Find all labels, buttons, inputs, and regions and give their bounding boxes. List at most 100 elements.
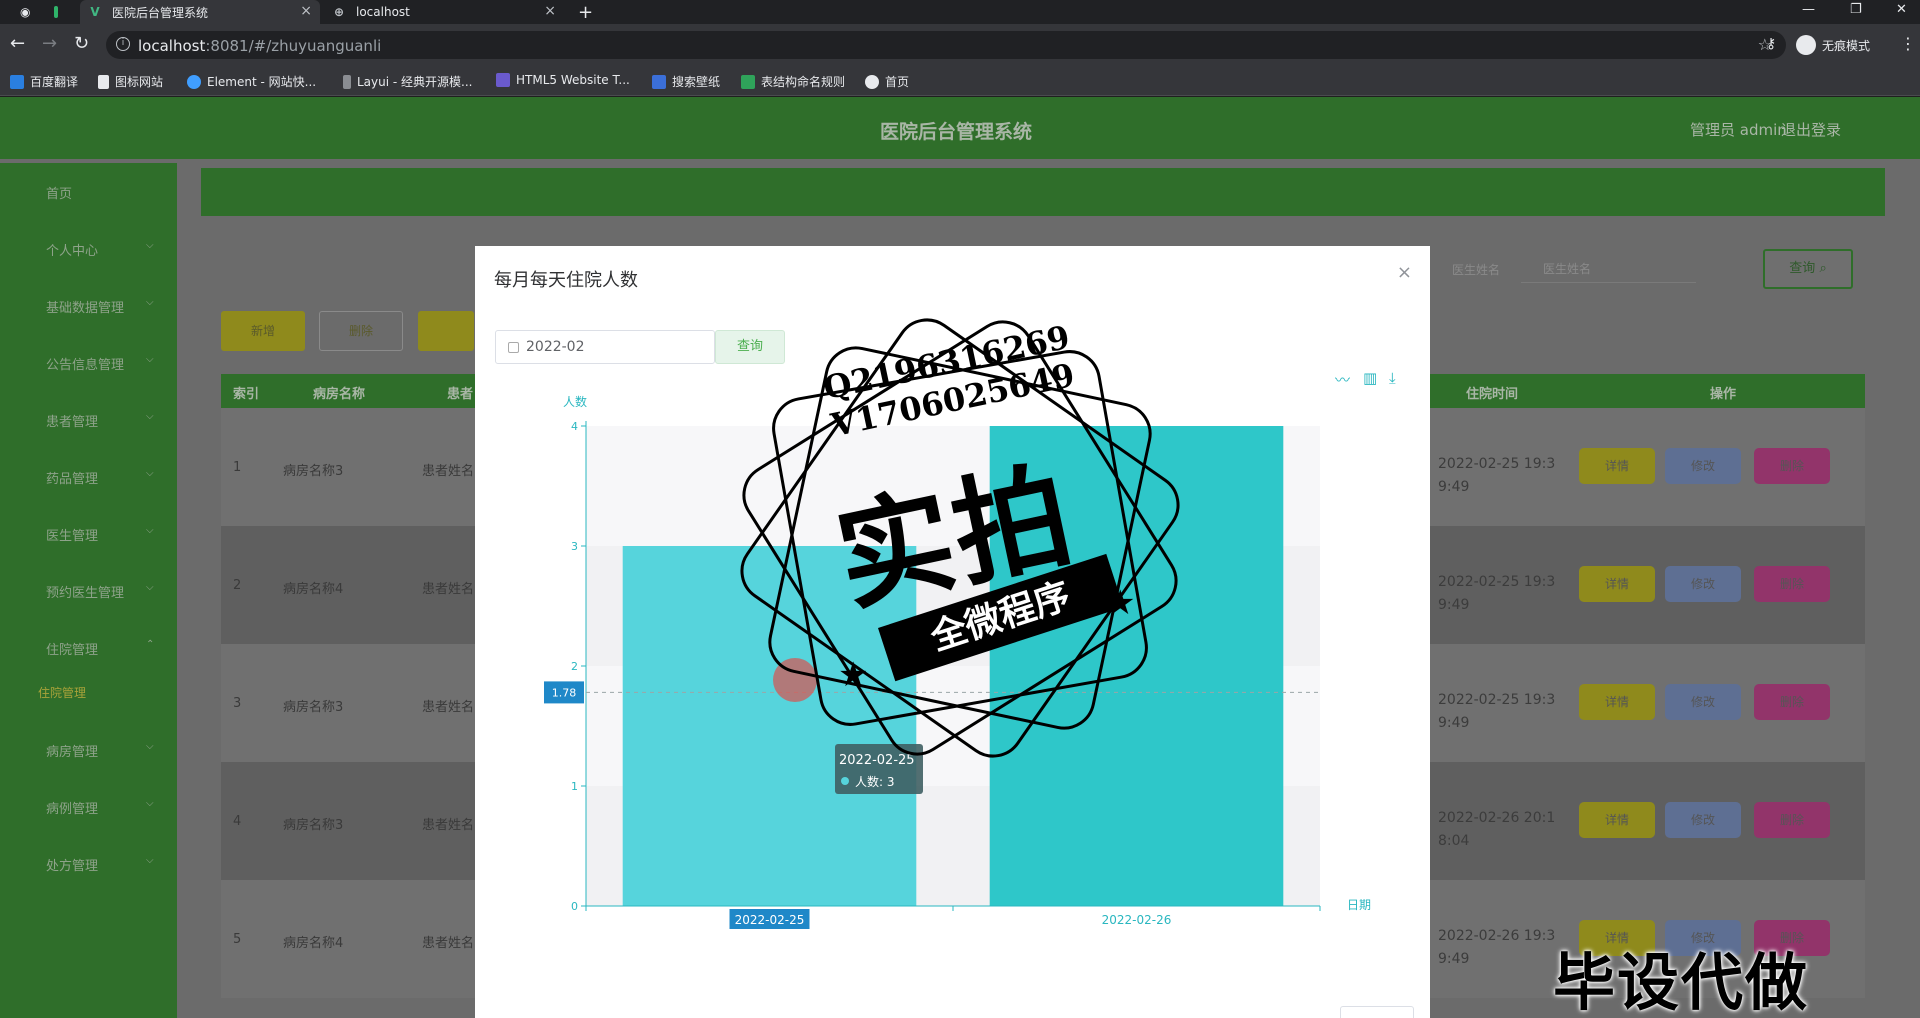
detail-button-label: 详情 [1604,813,1629,827]
column-header: 住院时间 [1466,387,1519,402]
tab-localhost[interactable]: ⊕ localhost × [324,0,564,24]
edit-button[interactable]: 修改 [1665,684,1741,720]
sidebar-item-base-data[interactable]: 基础数据管理 ⌵ [46,297,154,316]
back-icon[interactable]: ← [10,34,25,54]
delete-button[interactable]: 删除 [319,311,403,351]
row-delete-button[interactable]: 删除 [1754,448,1830,484]
url-text[interactable]: localhost:8081/#/zhuyuanguanli [138,37,381,55]
tab-hospital-admin[interactable]: V 医院后台管理系统 × [80,0,320,24]
detail-button[interactable]: 详情 [1579,802,1655,838]
cell-room: 病房名称3 [283,700,344,715]
incognito-indicator[interactable]: 无痕模式 [1796,35,1870,55]
key-icon[interactable]: ⚷ [1766,36,1776,52]
y-tick-label: 2 [571,660,578,673]
edit-button[interactable]: 修改 [1665,802,1741,838]
sidebar-item-label: 基础数据管理 [46,301,125,316]
sidebar-item-wards[interactable]: 病房管理 ⌵ [46,741,154,760]
browser-menu-icon[interactable]: ◉ [12,0,46,24]
edit-button[interactable]: 修改 [1665,566,1741,602]
star-icon: ★ [1105,583,1136,623]
row-delete-button[interactable]: 删除 [1754,566,1830,602]
cursor-marker [773,658,817,702]
detail-button[interactable]: 详情 [1579,566,1655,602]
close-icon[interactable]: × [300,3,312,19]
row-delete-button[interactable]: 删除 [1754,802,1830,838]
info-icon[interactable]: i [116,37,130,51]
detail-button[interactable]: 详情 [1579,448,1655,484]
row-delete-button[interactable]: 删除 [1754,684,1830,720]
sidebar-item-notices[interactable]: 公告信息管理 ⌵ [46,354,154,373]
bookmark-label: 图标网站 [115,75,164,89]
sidebar-item-drugs[interactable]: 药品管理 ⌵ [46,468,154,487]
element-icon [187,74,201,89]
toolbar-button[interactable] [418,311,474,351]
cell-time: 2022-02-26 20:1 8:04 [1438,807,1555,853]
column-header: 病房名称 [313,387,366,402]
reload-icon[interactable]: ↻ [74,34,89,54]
dialog-footer-button[interactable] [1340,1006,1414,1018]
cell-index: 3 [233,696,242,711]
sidebar-item-appointments[interactable]: 预约医生管理 ⌵ [46,582,154,601]
bookmark-item[interactable]: Element - 网站快... [187,73,316,90]
bookmark-item[interactable]: 图标网站 [98,73,163,90]
bookmark-item[interactable]: 表结构命名规则 [741,73,845,90]
cell-index: 4 [233,814,242,829]
cell-time-line: 2022-02-25 19:3 [1438,574,1556,590]
chevron-down-icon: ⌵ [146,582,154,593]
bookmark-label: HTML5 Website T... [516,73,630,87]
sidebar-item-profile[interactable]: 个人中心 ⌵ [46,240,154,259]
edit-button[interactable]: 修改 [1665,448,1741,484]
column-header: 患者 [447,387,474,402]
search-input[interactable]: 医生姓名 [1521,253,1696,283]
sidebar-item-home[interactable]: 首页 [46,183,72,202]
pinned-tab[interactable] [46,0,76,24]
sidebar-item-label: 患者管理 [46,415,99,430]
bookmark-item[interactable]: 搜索壁纸 [652,73,720,90]
logout-link[interactable]: 退出登录 [1781,119,1841,140]
search-button[interactable]: 查询 ⌕ [1763,249,1853,289]
bookmark-item[interactable]: 首页 [865,73,909,90]
chevron-up-icon: ⌃ [146,639,155,650]
detail-button[interactable]: 详情 [1579,684,1655,720]
chevron-down-icon: ⌵ [146,240,154,251]
cell-time: 2022-02-25 19:3 9:49 [1438,571,1555,617]
bookmark-item[interactable]: HTML5 Website T... [496,73,630,87]
sidebar-item-hospitalization[interactable]: 住院管理 ⌃ [46,639,154,658]
new-tab-button[interactable]: + [570,0,600,24]
chevron-down-icon: ⌵ [146,798,154,809]
restore-icon[interactable]: ❐ [1850,2,1862,17]
column-header: 索引 [233,387,260,402]
cell-time-line: 2022-02-26 19:3 [1438,928,1556,944]
add-button[interactable]: 新增 [221,311,305,351]
search-icon: ⌕ [1819,261,1827,276]
sidebar-item-cases[interactable]: 病例管理 ⌵ [46,798,154,817]
column-header: 操作 [1710,387,1737,402]
cell-time: 2022-02-25 19:3 9:49 [1438,689,1555,735]
sidebar-item-patients[interactable]: 患者管理 ⌵ [46,411,154,430]
y-axis-label: 人数 [563,394,587,409]
sidebar-item-label: 首页 [46,187,73,202]
close-icon[interactable]: × [544,3,556,19]
sidebar-item-label: 住院管理 [46,643,99,658]
cell-patient: 患者姓名 [422,936,475,951]
sidebar-item-doctors[interactable]: 医生管理 ⌵ [46,525,154,544]
forward-icon[interactable]: → [42,34,57,54]
url-bar[interactable]: i localhost:8081/#/zhuyuanguanli ☆ [106,31,1786,59]
x-axis-label: 日期 [1347,898,1371,912]
cell-time-line: 9:49 [1438,951,1470,967]
bookmark-item[interactable]: Layui - 经典开源模... [343,73,472,90]
window-close-icon[interactable]: ✕ [1896,2,1907,17]
bookmark-item[interactable]: 百度翻译 [10,73,78,90]
minimize-icon[interactable]: — [1802,2,1815,17]
row-delete-button-label: 删除 [1779,459,1804,473]
sidebar-subitem-hospitalization[interactable]: 住院管理 [38,684,86,701]
sidebar-item-prescriptions[interactable]: 处方管理 ⌵ [46,855,154,874]
translate-icon [10,74,24,89]
tooltip-title: 2022-02-25 [839,753,915,768]
y-tick-label: 0 [571,900,578,913]
bookmark-label: 搜索壁纸 [672,75,721,89]
more-menu-icon[interactable]: ⋮ [1900,34,1916,53]
sheet-icon [741,74,755,89]
cell-patient: 患者姓名 [422,818,475,833]
sidebar-item-label: 处方管理 [46,859,99,874]
